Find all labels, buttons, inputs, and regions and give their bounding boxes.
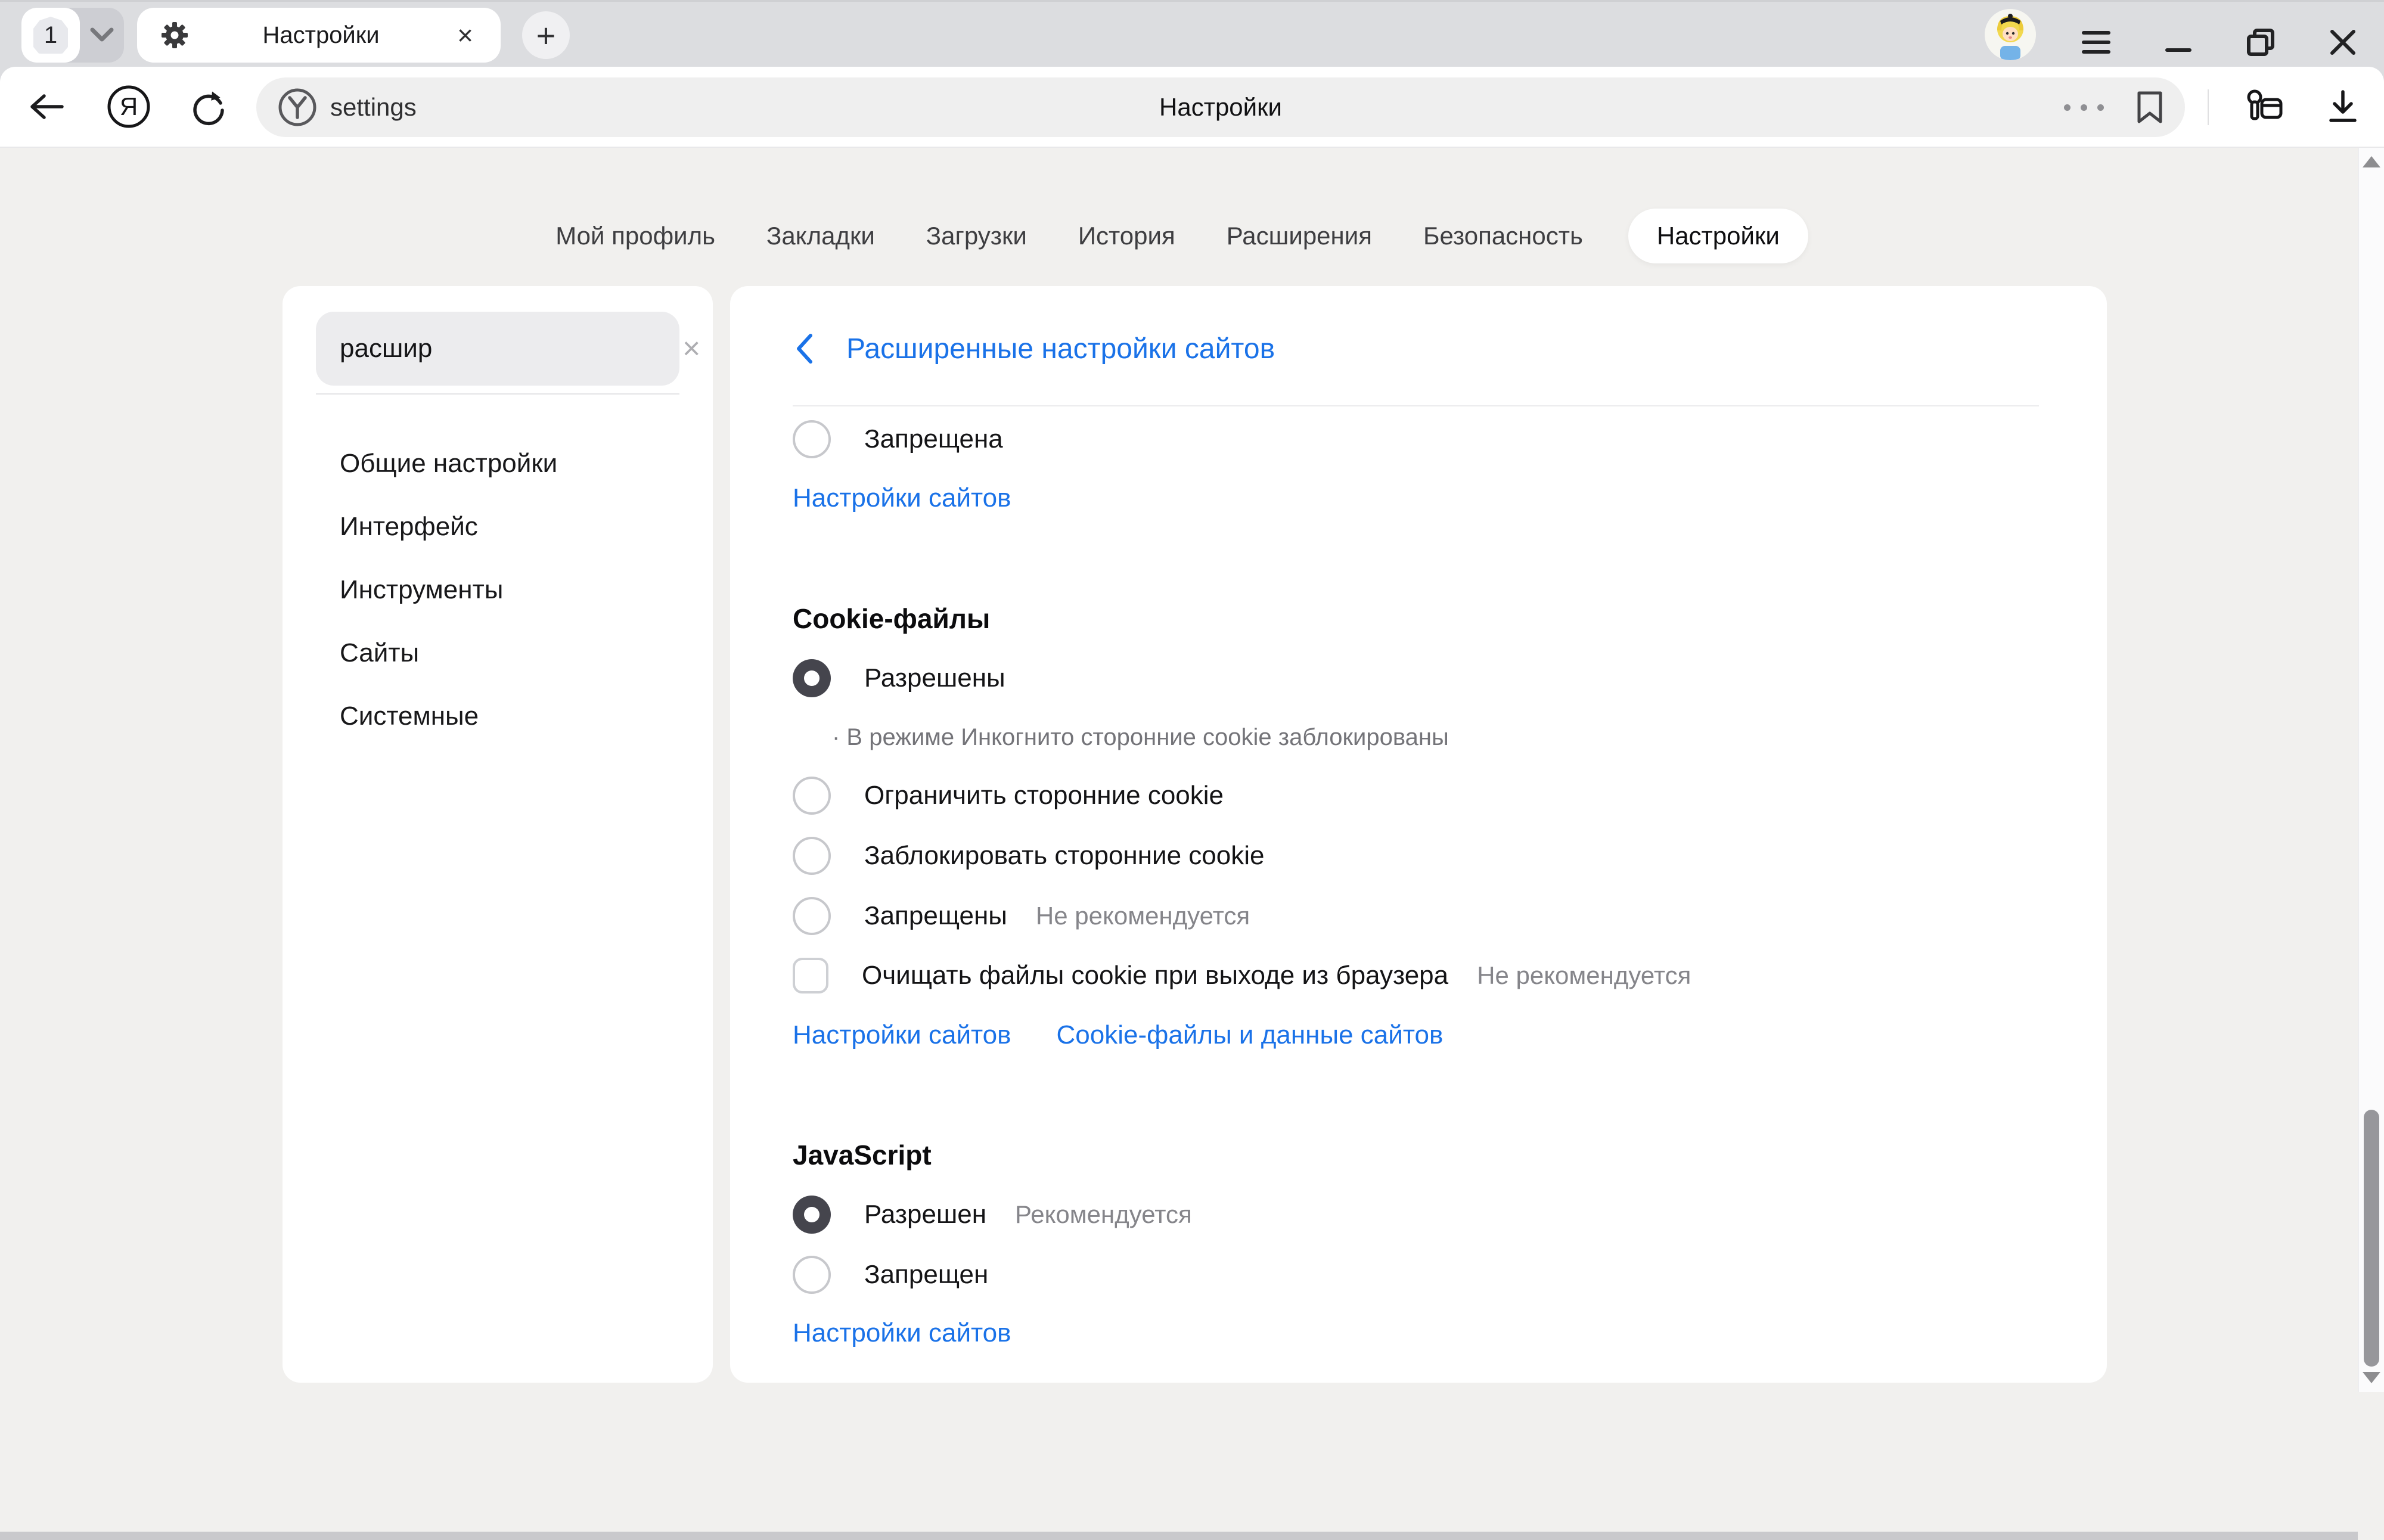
- reload-icon: [190, 88, 228, 126]
- content-divider: [793, 405, 2039, 406]
- avatar-image: [1985, 9, 2036, 60]
- tab-title: Настройки: [188, 22, 454, 49]
- bookmark-icon[interactable]: [2136, 90, 2163, 125]
- site-settings-link-2[interactable]: Настройки сайтов: [793, 1020, 1011, 1050]
- radio-label: Разрешен: [864, 1200, 986, 1229]
- key-card-icon: [2245, 89, 2283, 125]
- tab-close-button[interactable]: ×: [454, 21, 477, 49]
- window-bottom-edge: [0, 1532, 2358, 1540]
- radio-option-js-forbidden[interactable]: Запрещен: [793, 1254, 2038, 1296]
- nav-tab-history[interactable]: История: [1072, 209, 1181, 263]
- radio-unselected-icon[interactable]: [793, 777, 831, 815]
- settings-content: Расширенные настройки сайтов Запрещена Н…: [730, 286, 2107, 1383]
- back-arrow-icon: [29, 94, 64, 120]
- section-back-title[interactable]: Расширенные настройки сайтов: [846, 333, 1275, 365]
- radio-label: Запрещен: [864, 1260, 988, 1290]
- tab-list-chevron-button[interactable]: [80, 26, 124, 44]
- sidebar-search[interactable]: ×: [316, 312, 679, 386]
- address-text[interactable]: settings: [330, 93, 417, 122]
- chevron-down-icon: [88, 26, 116, 44]
- not-recommended-note: Не рекомендуется: [1036, 902, 1250, 930]
- page-scrollbar[interactable]: [2358, 148, 2384, 1392]
- page-title: Настройки: [256, 93, 2185, 122]
- radio-option-cookies-allowed[interactable]: Разрешены: [793, 657, 2038, 699]
- yandex-logo-icon: Я: [106, 84, 151, 129]
- radio-unselected-icon[interactable]: [793, 420, 831, 458]
- browser-tab[interactable]: Настройки ×: [137, 8, 501, 63]
- radio-option-cookies-forbidden[interactable]: Запрещены Не рекомендуется: [793, 895, 2038, 937]
- sidebar-items: Общие настройки Интерфейс Инструменты Са…: [283, 432, 713, 748]
- yandex-home-button[interactable]: Я: [100, 67, 157, 147]
- downloads-button[interactable]: [2310, 67, 2376, 147]
- tab-count-badge: 1: [33, 17, 68, 54]
- svg-text:Я: Я: [120, 92, 138, 120]
- checkbox-label: Очищать файлы cookie при выходе из брауз…: [862, 961, 1448, 991]
- radio-label: Заблокировать сторонние cookie: [864, 841, 1265, 871]
- cookie-data-link[interactable]: Cookie-файлы и данные сайтов: [1057, 1020, 1444, 1050]
- radio-option-js-allowed[interactable]: Разрешен Рекомендуется: [793, 1194, 2038, 1235]
- address-more-button[interactable]: [2064, 104, 2104, 111]
- scroll-down-arrow[interactable]: [2363, 1372, 2380, 1383]
- search-input[interactable]: [340, 334, 682, 364]
- radio-selected-icon[interactable]: [793, 659, 831, 697]
- radio-unselected-icon[interactable]: [793, 837, 831, 875]
- site-settings-link-1[interactable]: Настройки сайтов: [793, 483, 1011, 513]
- hamburger-icon: [2081, 30, 2112, 55]
- site-settings-link-3[interactable]: Настройки сайтов: [793, 1318, 1011, 1348]
- reload-button[interactable]: [180, 67, 237, 147]
- browser-toolbar: Я settings Настройки: [0, 67, 2384, 148]
- tab-count-button[interactable]: 1: [21, 8, 80, 63]
- nav-tab-security[interactable]: Безопасность: [1417, 209, 1589, 263]
- scrollbar-thumb[interactable]: [2364, 1110, 2379, 1367]
- settings-page: Мой профиль Закладки Загрузки История Ра…: [0, 148, 2384, 1392]
- minimize-icon: [2164, 30, 2193, 54]
- gear-icon: [161, 21, 188, 49]
- radio-unselected-icon[interactable]: [793, 1256, 831, 1294]
- scroll-up-arrow[interactable]: [2363, 156, 2380, 167]
- nav-tab-profile[interactable]: Мой профиль: [550, 209, 721, 263]
- passwords-button[interactable]: [2231, 67, 2297, 147]
- recommended-note: Рекомендуется: [1015, 1200, 1192, 1229]
- sidebar-divider: [316, 393, 679, 395]
- sidebar-item-sites[interactable]: Сайты: [283, 622, 713, 685]
- new-tab-button[interactable]: +: [522, 11, 570, 59]
- not-recommended-note: Не рекомендуется: [1477, 961, 1691, 990]
- nav-tab-settings[interactable]: Настройки: [1628, 209, 1808, 263]
- radio-label: Запрещена: [864, 424, 1003, 454]
- sidebar-item-general[interactable]: Общие настройки: [283, 432, 713, 495]
- nav-tab-downloads[interactable]: Загрузки: [920, 209, 1033, 263]
- close-icon: [2329, 28, 2357, 57]
- checkbox-clear-cookies[interactable]: Очищать файлы cookie при выходе из брауз…: [793, 955, 2038, 996]
- back-button[interactable]: [18, 67, 75, 147]
- download-icon: [2327, 89, 2358, 124]
- incognito-note: · В режиме Инкогнито сторонние cookie за…: [832, 724, 1449, 751]
- tab-list-button[interactable]: 1: [21, 8, 124, 63]
- radio-unselected-icon[interactable]: [793, 897, 831, 935]
- sidebar-item-interface[interactable]: Интерфейс: [283, 495, 713, 558]
- radio-label: Ограничить сторонние cookie: [864, 781, 1224, 811]
- search-clear-button[interactable]: ×: [682, 333, 700, 364]
- restore-icon: [2245, 27, 2276, 58]
- nav-tab-bookmarks[interactable]: Закладки: [760, 209, 881, 263]
- toolbar-separator: [2208, 89, 2209, 125]
- radio-selected-icon[interactable]: [793, 1196, 831, 1234]
- radio-option-block-third-party[interactable]: Заблокировать сторонние cookie: [793, 835, 2038, 877]
- nav-tab-extensions[interactable]: Расширения: [1221, 209, 1378, 263]
- radio-label: Разрешены: [864, 663, 1005, 693]
- cookie-section-heading: Cookie-файлы: [793, 603, 990, 635]
- checkbox-unchecked-icon[interactable]: [793, 958, 828, 993]
- radio-label: Запрещены: [864, 901, 1007, 931]
- address-bar[interactable]: settings Настройки: [256, 77, 2185, 137]
- back-chevron-icon[interactable]: [793, 332, 817, 365]
- search-engine-icon: [278, 88, 317, 127]
- javascript-section-heading: JavaScript: [793, 1139, 932, 1171]
- settings-sidebar: × Общие настройки Интерфейс Инструменты …: [283, 286, 713, 1383]
- settings-nav-tabs: Мой профиль Закладки Загрузки История Ра…: [0, 205, 2358, 267]
- profile-avatar[interactable]: [1985, 9, 2036, 60]
- sidebar-item-system[interactable]: Системные: [283, 685, 713, 748]
- radio-option-forbidden-top[interactable]: Запрещена: [793, 418, 2038, 460]
- radio-option-limit-third-party[interactable]: Ограничить сторонние cookie: [793, 775, 2038, 816]
- sidebar-item-tools[interactable]: Инструменты: [283, 558, 713, 622]
